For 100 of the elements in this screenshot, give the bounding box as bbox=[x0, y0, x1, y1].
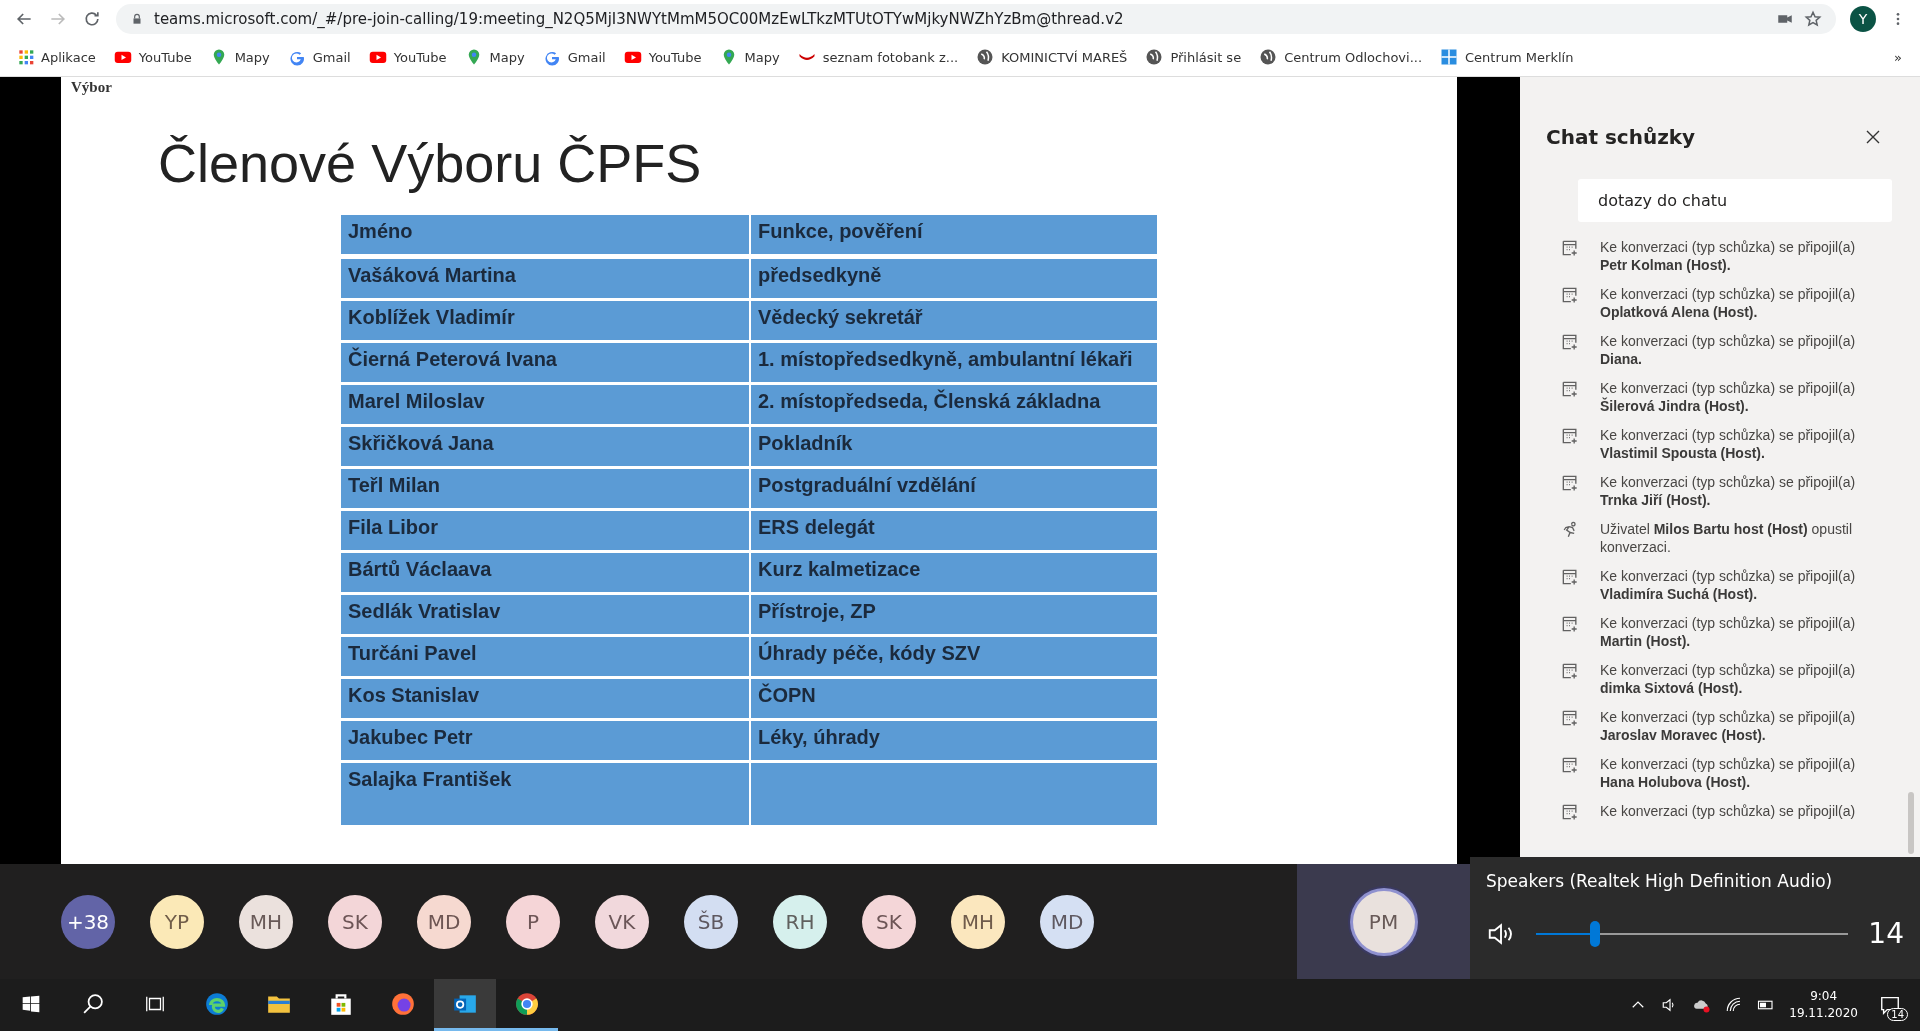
table-cell: Fila Libor bbox=[340, 510, 750, 552]
bookmark-link[interactable]: YouTube bbox=[623, 48, 702, 66]
table-cell: Salajka František bbox=[340, 762, 750, 827]
system-message: Ke konverzaci (typ schůzka) se připojil(a) bbox=[1600, 802, 1857, 821]
search-icon bbox=[83, 993, 103, 1014]
system-message: Ke konverzaci (typ schůzka) se připojil(a) Jaroslav Moravec (Host). bbox=[1600, 708, 1857, 744]
system-message: Ke konverzaci (typ schůzka) se připojil(a) Petr Kolman (Host). bbox=[1600, 238, 1857, 274]
globe-icon bbox=[1145, 48, 1164, 66]
notification-button[interactable]: 14 bbox=[1872, 987, 1908, 1023]
participant-avatar[interactable]: YP bbox=[150, 894, 204, 949]
participant-avatar[interactable]: SK bbox=[862, 894, 916, 949]
calendar-add-icon bbox=[1560, 708, 1580, 728]
calendar-add-icon bbox=[1560, 802, 1580, 822]
table-cell: Postgraduální vzdělání bbox=[750, 468, 1158, 510]
calendar-add-icon bbox=[1560, 379, 1580, 399]
table-cell: Vědecký sekretář bbox=[750, 300, 1158, 342]
close-icon[interactable] bbox=[1866, 130, 1880, 144]
clock-time: 9:04 bbox=[1810, 988, 1838, 1005]
system-message: Ke konverzaci (typ schůzka) se připojil(a) Trnka Jiří (Host). bbox=[1600, 473, 1857, 509]
table-cell: Jakubec Petr bbox=[340, 720, 750, 762]
audio-device-name: Speakers (Realtek High Definition Audio) bbox=[1486, 871, 1834, 891]
table-cell: 2. místopředseda, Členská základna bbox=[750, 384, 1158, 426]
reload-icon bbox=[82, 9, 102, 29]
system-message: Ke konverzaci (typ schůzka) se připojil(a) Diana. bbox=[1600, 332, 1857, 368]
calendar-add-icon bbox=[1560, 332, 1580, 352]
system-message: Ke konverzaci (typ schůzka) se připojil(a) Martin (Host). bbox=[1600, 614, 1857, 650]
chat-subject: dotazy do chatu bbox=[1578, 179, 1892, 222]
table-cell: ERS delegát bbox=[750, 510, 1158, 552]
more-bookmarks-button[interactable]: » bbox=[1894, 49, 1902, 65]
bookmark-link[interactable]: YouTube bbox=[368, 48, 447, 66]
participant-avatar[interactable]: SK bbox=[328, 894, 382, 949]
bookmark-link[interactable]: KOMINICTVÍ MAREŠ bbox=[976, 48, 1128, 66]
table-cell: Pokladník bbox=[750, 426, 1158, 468]
chrome-wheel-icon bbox=[514, 990, 540, 1017]
table-cell: Skřičková Jana bbox=[340, 426, 750, 468]
table-cell: Úhrady péče, kódy SZV bbox=[750, 636, 1158, 678]
globe-icon bbox=[1259, 48, 1278, 66]
slide-title: Členové Výboru ČPFS bbox=[158, 132, 702, 194]
table-cell: Léky, úhrady bbox=[750, 720, 1158, 762]
chat-title: Chat schůzky bbox=[1546, 125, 1696, 149]
system-message: Ke konverzaci (typ schůzka) se připojil(a) Hana Holubova (Host). bbox=[1600, 755, 1857, 791]
bookmark-link[interactable]: Centrum Odlochovi... bbox=[1259, 48, 1423, 66]
participant-avatar[interactable]: MD bbox=[1040, 894, 1094, 949]
table-cell: Sedlák Vratislav bbox=[340, 594, 750, 636]
apps-grid-icon bbox=[18, 49, 34, 65]
table-cell: Marel Miloslav bbox=[340, 384, 750, 426]
scrollbar bbox=[1908, 792, 1914, 854]
bookmark-link[interactable]: Gmail bbox=[542, 48, 606, 66]
bookmark-link[interactable]: seznam fotobank z... bbox=[797, 48, 959, 66]
table-cell: Vašáková Martina bbox=[340, 258, 750, 300]
participant-avatar[interactable]: P bbox=[506, 894, 560, 949]
star-icon bbox=[1804, 10, 1822, 28]
participant-avatar[interactable]: MD bbox=[417, 894, 471, 949]
calendar-add-icon bbox=[1560, 285, 1580, 305]
volume-reading: 14 bbox=[1868, 917, 1904, 950]
bookmark-link[interactable]: Gmail bbox=[287, 48, 351, 66]
bookmark-link[interactable]: Centrum Merklín bbox=[1440, 48, 1574, 66]
table-cell: Kos Stanislav bbox=[340, 678, 750, 720]
bookmark-link[interactable]: Aplikace bbox=[18, 49, 96, 65]
system-message: Ke konverzaci (typ schůzka) se připojil(a) dimka Sixtová (Host). bbox=[1600, 661, 1857, 697]
table-cell: 1. místopředsedkyně, ambulantní lékaři bbox=[750, 342, 1158, 384]
system-message: Ke konverzaci (typ schůzka) se připojil(a) Oplatková Alena (Host). bbox=[1600, 285, 1857, 321]
bookmark-link[interactable]: Mapy bbox=[209, 48, 270, 66]
volume-thumb[interactable] bbox=[1590, 920, 1601, 947]
notification-count: 14 bbox=[1887, 1008, 1908, 1021]
four-square-icon bbox=[1440, 48, 1459, 66]
calendar-add-icon bbox=[1560, 238, 1580, 258]
bookmark-link[interactable]: YouTube bbox=[113, 48, 192, 66]
participant-avatar[interactable]: ŠB bbox=[684, 894, 738, 949]
system-message: Ke konverzaci (typ schůzka) se připojil(a) Vladimíra Suchá (Host). bbox=[1600, 567, 1857, 603]
calendar-add-icon bbox=[1560, 426, 1580, 446]
table-cell: Koblížek Vladimír bbox=[340, 300, 750, 342]
participant-avatar[interactable]: VK bbox=[595, 894, 649, 949]
edge-icon bbox=[204, 990, 230, 1017]
table-cell: Kurz kalmetizace bbox=[750, 552, 1158, 594]
table-cell: ČOPN bbox=[750, 678, 1158, 720]
system-message: Ke konverzaci (typ schůzka) se připojil(a) Šilerová Jindra (Host). bbox=[1600, 379, 1857, 415]
globe-icon bbox=[976, 48, 995, 66]
calendar-add-icon bbox=[1560, 661, 1580, 681]
table-cell: Teřl Milan bbox=[340, 468, 750, 510]
profile-avatar[interactable]: Y bbox=[1850, 6, 1876, 32]
participant-avatar[interactable]: +38 bbox=[61, 894, 115, 949]
calendar-add-icon bbox=[1560, 614, 1580, 634]
windows-logo-icon bbox=[21, 993, 41, 1014]
participant-avatar[interactable]: MH bbox=[951, 894, 1005, 949]
bookmark-link[interactable]: Přihlásit se bbox=[1145, 48, 1242, 66]
bookmark-link[interactable]: Mapy bbox=[464, 48, 525, 66]
bookmark-link[interactable]: Mapy bbox=[719, 48, 780, 66]
calendar-add-icon bbox=[1560, 755, 1580, 775]
table-cell: předsedkyně bbox=[750, 258, 1158, 300]
taskbar-clock[interactable]: 9:04 19.11.2020 bbox=[1789, 988, 1858, 1022]
participant-avatar[interactable]: RH bbox=[773, 894, 827, 949]
table-cell: Bártů Václaava bbox=[340, 552, 750, 594]
clock-date: 19.11.2020 bbox=[1789, 1005, 1858, 1022]
slide-section-label: Výbor bbox=[70, 78, 113, 97]
system-message: Uživatel Milos Bartu host (Host) opustil konverzaci. bbox=[1600, 520, 1854, 556]
address-bar[interactable]: teams.microsoft.com/_#/pre-join-calling/19:meeting_N2Q5MjI3NWYtMmM5OC00MzEwLTkzMTUtOTYwMjkyNWZhYzBm@thread.v2 bbox=[116, 4, 1836, 34]
system-message: Ke konverzaci (typ schůzka) se připojil(a) Vlastimil Spousta (Host). bbox=[1600, 426, 1857, 462]
calendar-add-icon bbox=[1560, 567, 1580, 587]
participant-avatar[interactable]: MH bbox=[239, 894, 293, 949]
